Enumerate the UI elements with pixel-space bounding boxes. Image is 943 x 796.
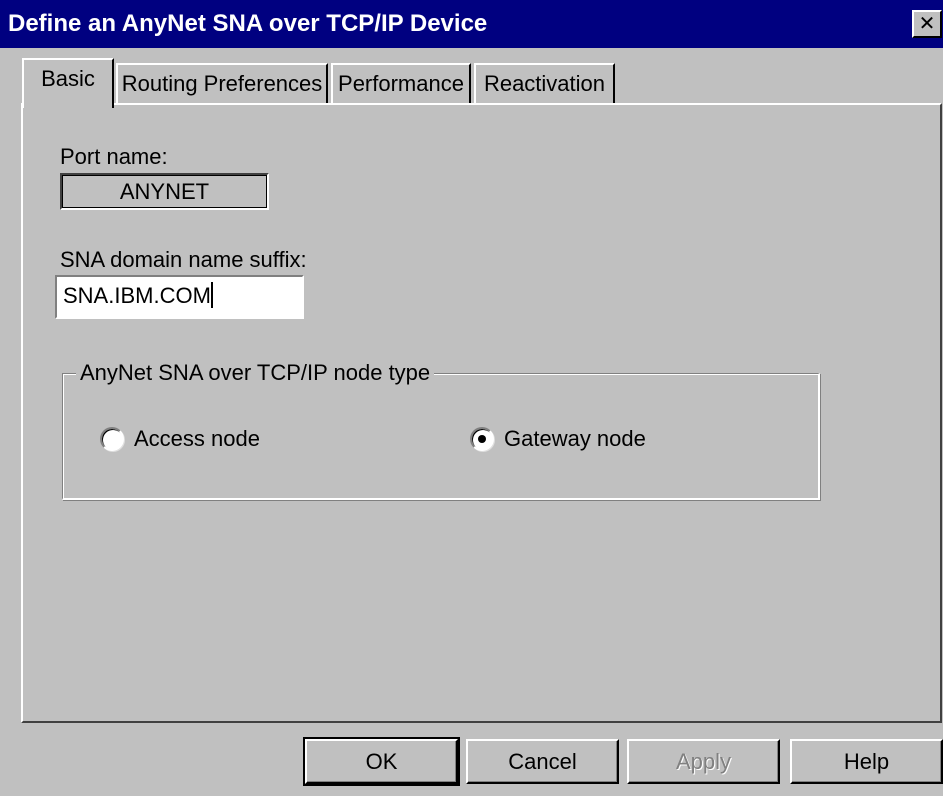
node-type-group-label: AnyNet SNA over TCP/IP node type [76,360,435,386]
radio-unselected-icon[interactable] [100,427,124,451]
domain-suffix-value: SNA.IBM.COM [63,283,211,308]
radio-access-node-label: Access node [134,426,260,451]
port-name-label: Port name: [60,144,168,169]
close-icon: ✕ [918,13,936,35]
radio-selected-icon[interactable] [470,427,494,451]
text-caret [210,282,213,308]
close-button[interactable]: ✕ [912,10,942,38]
cancel-button[interactable]: Cancel [466,739,619,784]
tab-routing-preferences[interactable]: Routing Preferences [116,63,328,103]
tab-performance[interactable]: Performance [331,63,471,103]
radio-gateway-node[interactable]: Gateway node [470,425,650,455]
window-title: Define an AnyNet SNA over TCP/IP Device [8,10,488,37]
tab-reactivation[interactable]: Reactivation [474,63,615,103]
radio-access-node[interactable]: Access node [100,425,270,455]
domain-suffix-label: SNA domain name suffix: [60,247,307,272]
title-bar[interactable]: Define an AnyNet SNA over TCP/IP Device … [0,0,943,48]
ok-button[interactable]: OK [303,737,460,786]
domain-suffix-input[interactable]: SNA.IBM.COM [55,275,304,319]
apply-button[interactable]: Apply [627,739,780,784]
tab-basic[interactable]: Basic [22,58,114,108]
help-button[interactable]: Help [790,739,943,784]
port-name-value: ANYNET [60,173,269,210]
dialog-window: Define an AnyNet SNA over TCP/IP Device … [0,0,943,796]
radio-dot-icon [478,435,486,443]
radio-gateway-node-label: Gateway node [504,426,646,451]
